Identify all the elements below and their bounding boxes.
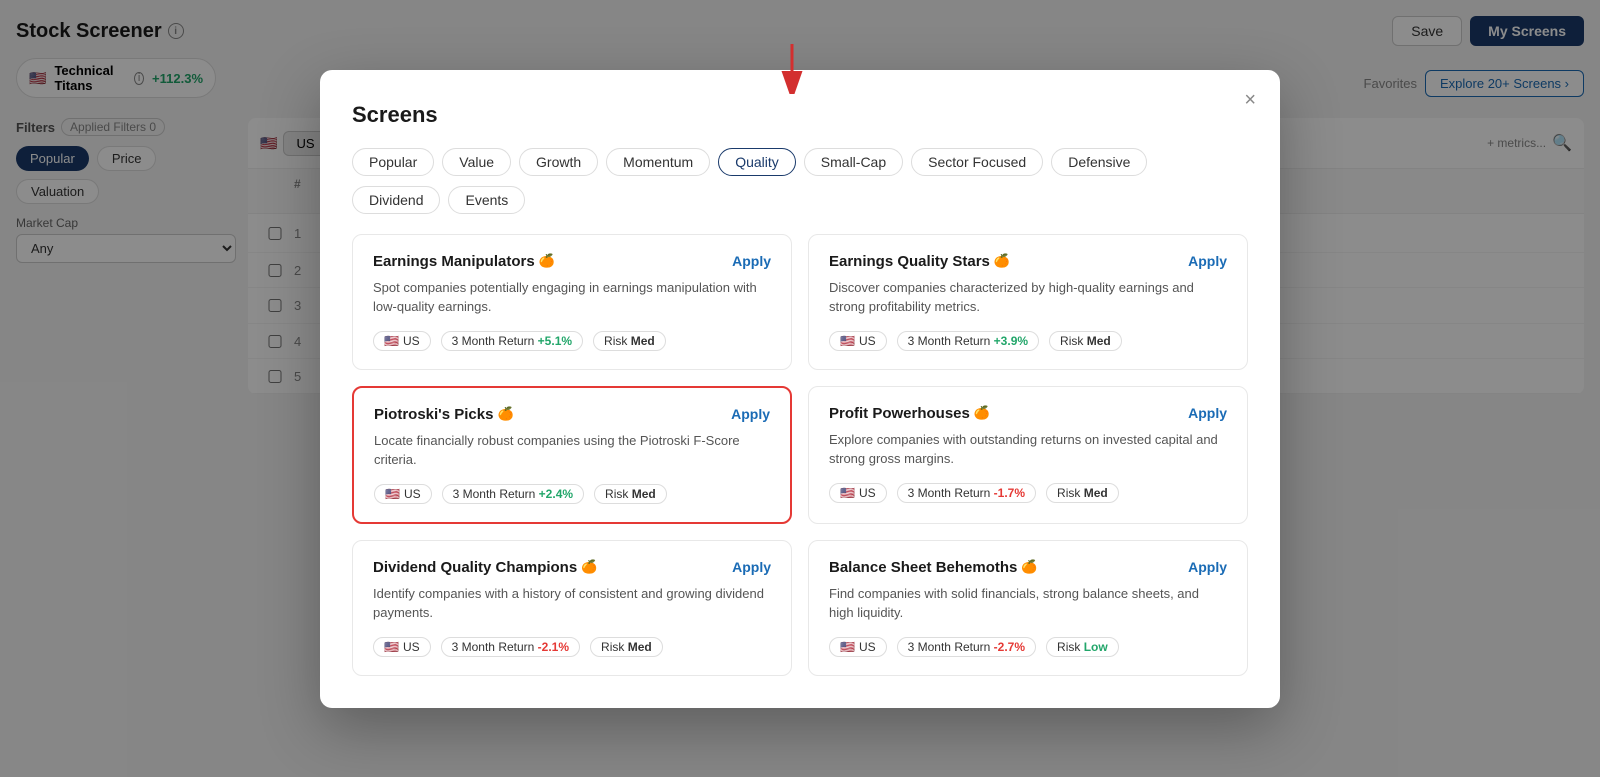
screens-modal: × Screens Popular Value Growth Momentum … [320,70,1280,708]
tab-small-cap[interactable]: Small-Cap [804,148,903,176]
return-badge-2: 3 Month Return +3.9% [897,331,1039,351]
tab-sector-focused[interactable]: Sector Focused [911,148,1043,176]
tab-momentum[interactable]: Momentum [606,148,710,176]
earnings-quality-stars-desc: Discover companies characterized by high… [829,278,1227,317]
red-arrow-indicator [772,44,812,94]
apply-earnings-quality-stars-link[interactable]: Apply [1188,253,1227,269]
risk-badge-6: Risk Low [1046,637,1119,657]
dividend-quality-champions-desc: Identify companies with a history of con… [373,584,771,623]
dividend-quality-champions-title: Dividend Quality Champions [373,559,577,576]
card-dividend-quality-champions: Dividend Quality Champions 🍊 Apply Ident… [352,540,792,676]
profit-powerhouses-meta: 🇺🇸US 3 Month Return -1.7% Risk Med [829,483,1227,503]
return-badge-6: 3 Month Return -2.7% [897,637,1036,657]
country-badge-5: 🇺🇸US [373,637,431,657]
tab-growth[interactable]: Growth [519,148,598,176]
tab-pills-row-2: Dividend Events [352,186,1248,214]
piotroskis-picks-desc: Locate financially robust companies usin… [374,431,770,470]
screen-cards-grid: Earnings Manipulators 🍊 Apply Spot compa… [352,234,1248,676]
dividend-quality-champions-meta: 🇺🇸US 3 Month Return -2.1% Risk Med [373,637,771,657]
quality-icon-3: 🍊 [497,406,513,422]
balance-sheet-behemoths-meta: 🇺🇸US 3 Month Return -2.7% Risk Low [829,637,1227,657]
tab-quality[interactable]: Quality [718,148,796,176]
tab-pills-row-1: Popular Value Growth Momentum Quality Sm… [352,148,1248,176]
card-profit-powerhouses: Profit Powerhouses 🍊 Apply Explore compa… [808,386,1248,524]
risk-badge-3: Risk Med [594,484,667,504]
earnings-manipulators-title: Earnings Manipulators [373,253,535,270]
earnings-quality-stars-title: Earnings Quality Stars [829,253,990,270]
quality-icon-4: 🍊 [974,405,990,421]
country-badge: 🇺🇸US [373,331,431,351]
balance-sheet-behemoths-title: Balance Sheet Behemoths [829,559,1017,576]
modal-overlay: × Screens Popular Value Growth Momentum … [0,0,1600,777]
tab-events[interactable]: Events [448,186,525,214]
risk-badge-2: Risk Med [1049,331,1122,351]
tab-defensive[interactable]: Defensive [1051,148,1147,176]
risk-badge: Risk Med [593,331,666,351]
card-earnings-manipulators: Earnings Manipulators 🍊 Apply Spot compa… [352,234,792,370]
country-badge-6: 🇺🇸US [829,637,887,657]
close-modal-button[interactable]: × [1244,90,1256,110]
return-badge-4: 3 Month Return -1.7% [897,483,1036,503]
tab-value[interactable]: Value [442,148,511,176]
earnings-manipulators-meta: 🇺🇸US 3 Month Return +5.1% Risk Med [373,331,771,351]
apply-dividend-quality-champions-link[interactable]: Apply [732,559,771,575]
apply-balance-sheet-behemoths-link[interactable]: Apply [1188,559,1227,575]
earnings-manipulators-desc: Spot companies potentially engaging in e… [373,278,771,317]
card-balance-sheet-behemoths: Balance Sheet Behemoths 🍊 Apply Find com… [808,540,1248,676]
apply-profit-powerhouses-link[interactable]: Apply [1188,405,1227,421]
quality-icon-6: 🍊 [1021,559,1037,575]
country-badge-3: 🇺🇸US [374,484,432,504]
apply-earnings-manipulators-link[interactable]: Apply [732,253,771,269]
quality-icon-5: 🍊 [581,559,597,575]
risk-badge-4: Risk Med [1046,483,1119,503]
quality-icon: 🍊 [539,253,555,269]
profit-powerhouses-desc: Explore companies with outstanding retur… [829,430,1227,469]
modal-title: Screens [352,102,1248,128]
return-badge-5: 3 Month Return -2.1% [441,637,580,657]
apply-piotroskis-picks-link[interactable]: Apply [731,406,770,422]
risk-badge-5: Risk Med [590,637,663,657]
return-badge: 3 Month Return +5.1% [441,331,583,351]
piotroskis-picks-meta: 🇺🇸US 3 Month Return +2.4% Risk Med [374,484,770,504]
profit-powerhouses-title: Profit Powerhouses [829,405,970,422]
card-earnings-quality-stars: Earnings Quality Stars 🍊 Apply Discover … [808,234,1248,370]
return-badge-3: 3 Month Return +2.4% [442,484,584,504]
earnings-quality-stars-meta: 🇺🇸US 3 Month Return +3.9% Risk Med [829,331,1227,351]
tab-popular[interactable]: Popular [352,148,434,176]
quality-icon-2: 🍊 [994,253,1010,269]
piotroskis-picks-title: Piotroski's Picks [374,406,493,423]
country-badge-4: 🇺🇸US [829,483,887,503]
balance-sheet-behemoths-desc: Find companies with solid financials, st… [829,584,1227,623]
card-piotroskis-picks: Piotroski's Picks 🍊 Apply Locate financi… [352,386,792,524]
tab-dividend[interactable]: Dividend [352,186,440,214]
country-badge-2: 🇺🇸US [829,331,887,351]
